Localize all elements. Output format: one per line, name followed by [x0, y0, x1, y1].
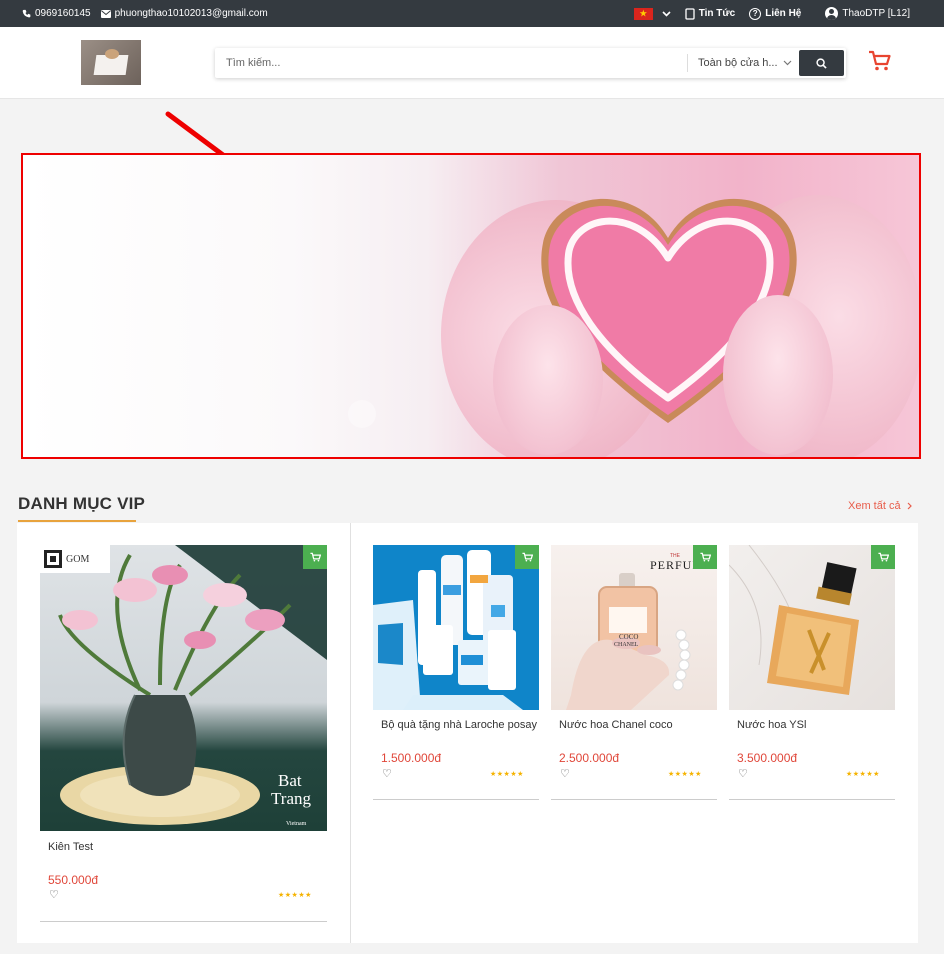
panel-divider — [350, 523, 351, 943]
cart-icon — [309, 552, 321, 562]
news-link[interactable]: Tin Tức — [685, 7, 736, 20]
add-to-cart-button[interactable] — [693, 545, 717, 569]
product-image-vase[interactable]: GOM Bat Trang Vietnam — [40, 545, 327, 831]
phone-icon — [22, 9, 31, 18]
product-image-ysl[interactable] — [729, 545, 895, 710]
ysl-illustration — [729, 545, 859, 695]
contact-link[interactable]: ? Liên Hệ — [749, 7, 802, 20]
wishlist-heart-icon[interactable]: ♡ — [382, 767, 392, 780]
see-all-label: Xem tất cả — [848, 500, 901, 512]
add-to-cart-button[interactable] — [871, 545, 895, 569]
search-scope-value: Toàn bộ cửa h... — [698, 57, 778, 69]
laroche-illustration — [373, 550, 523, 710]
document-icon — [685, 7, 695, 20]
search-input[interactable] — [215, 48, 687, 78]
cart-icon — [521, 552, 533, 562]
vase-image-caption-vietnam: Vietnam — [286, 821, 307, 827]
product-card[interactable]: Nước hoa YSl 3.500.000đ ♡ ★★★★★ — [729, 545, 895, 801]
product-card[interactable]: GOM Bat Trang Vietnam Kiên Test 550.000đ… — [40, 545, 327, 923]
chevron-right-icon — [907, 502, 912, 510]
search-button[interactable] — [799, 50, 844, 76]
section-underline — [18, 520, 136, 522]
site-header: Toàn bộ cửa h... — [0, 27, 944, 99]
contact-info: 0969160145 phuongthao10102013@gmail.com — [22, 0, 268, 27]
hero-banner[interactable] — [21, 153, 921, 459]
search-bar: Toàn bộ cửa h... — [215, 48, 846, 78]
rating-stars: ★★★★★ — [846, 771, 880, 778]
question-icon: ? — [749, 7, 762, 20]
rating-stars: ★★★★★ — [278, 892, 312, 899]
news-label: Tin Tức — [698, 8, 736, 19]
vase-image-caption-trang: Trang — [271, 789, 311, 808]
product-price: 1.500.000đ — [381, 751, 442, 765]
card-divider — [40, 921, 327, 922]
product-price: 2.500.000đ — [559, 751, 620, 765]
product-price: 550.000đ — [48, 873, 99, 887]
product-name[interactable]: Kiên Test — [48, 841, 93, 853]
product-price: 3.500.000đ — [737, 751, 798, 765]
contact-label: Liên Hệ — [765, 8, 802, 19]
left-thumb — [493, 305, 603, 455]
card-divider — [373, 799, 539, 800]
search-scope-select[interactable]: Toàn bộ cửa h... — [688, 48, 798, 78]
user-avatar-icon — [825, 7, 839, 20]
product-image-chanel[interactable]: THE PERFUME COCO CHANEL — [551, 545, 717, 710]
cart-icon[interactable] — [868, 50, 892, 72]
product-card[interactable]: Bộ quà tặng nhà Laroche posay 1.500.000đ… — [373, 545, 539, 801]
chevron-down-icon — [662, 10, 671, 17]
add-to-cart-button[interactable] — [303, 545, 327, 569]
rating-stars: ★★★★★ — [490, 771, 524, 778]
see-all-link[interactable]: Xem tất cả — [848, 500, 912, 512]
cart-icon — [877, 552, 889, 562]
vase-image-brand: GOM — [66, 554, 90, 565]
vietnam-flag-icon — [633, 7, 653, 20]
cart-icon — [699, 552, 711, 562]
logo-bow — [105, 49, 119, 59]
card-divider — [551, 799, 717, 800]
section-title: DANH MỤC VIP — [18, 494, 146, 513]
vase-image-caption-bat: Bat — [278, 771, 302, 790]
wishlist-heart-icon[interactable]: ♡ — [49, 888, 59, 901]
site-logo[interactable] — [81, 40, 141, 85]
product-name[interactable]: Nước hoa Chanel coco — [559, 719, 673, 731]
add-to-cart-button[interactable] — [515, 545, 539, 569]
right-thumb — [723, 295, 833, 455]
product-panel: GOM Bat Trang Vietnam Kiên Test 550.000đ… — [17, 523, 918, 943]
user-menu[interactable]: ThaoDTP [L12] — [825, 7, 910, 20]
top-bar: 0969160145 phuongthao10102013@gmail.com … — [0, 0, 944, 27]
search-icon — [816, 57, 827, 69]
perfume-label-coco: COCO — [619, 633, 639, 641]
wishlist-heart-icon[interactable]: ♡ — [738, 767, 748, 780]
email-address: phuongthao10102013@gmail.com — [114, 8, 268, 19]
envelope-icon — [100, 9, 111, 18]
phone-number: 0969160145 — [35, 8, 91, 19]
card-divider — [729, 799, 895, 800]
product-image-laroche[interactable] — [373, 545, 539, 710]
wishlist-heart-icon[interactable]: ♡ — [560, 767, 570, 780]
user-name: ThaoDTP [L12] — [842, 8, 910, 19]
perfume-label-chanel: CHANEL — [614, 642, 639, 648]
phone-info[interactable]: 0969160145 — [22, 8, 91, 19]
product-card[interactable]: THE PERFUME COCO CHANEL Nước hoa Chanel … — [551, 545, 717, 801]
language-selector[interactable] — [633, 7, 671, 20]
rating-stars: ★★★★★ — [668, 771, 702, 778]
product-name[interactable]: Bộ quà tặng nhà Laroche posay — [381, 719, 537, 731]
top-bar-actions: Tin Tức ? Liên Hệ ThaoDTP [L12] — [633, 0, 910, 27]
email-info[interactable]: phuongthao10102013@gmail.com — [100, 8, 268, 19]
product-name[interactable]: Nước hoa YSl — [737, 719, 806, 731]
chevron-down-icon — [783, 60, 792, 66]
bokeh-light — [348, 400, 376, 428]
